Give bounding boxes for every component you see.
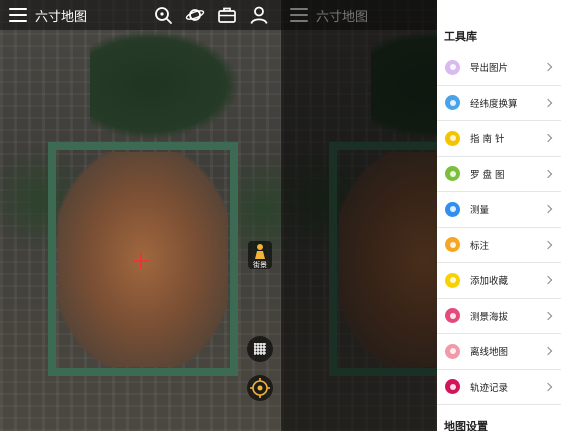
app-title-dimmed: 六寸地图 [316,9,369,25]
chevron-right-icon [543,98,553,107]
tool-item-label: 标注 [470,240,490,252]
satellite-map[interactable] [0,0,281,431]
tools-drawer: 工具库 导出图片经纬度换算指 南 针罗 盘 图测量标注添加收藏测景海拔离线地图轨… [437,0,561,431]
chevron-right-icon [543,134,553,143]
grid-icon [254,343,266,355]
tool-item[interactable]: 经纬度换算 [437,86,561,121]
altitude-icon [445,308,460,324]
tools-section-title: 工具库 [444,30,477,43]
chevron-right-icon [543,205,553,214]
app-title: 六寸地图 [35,9,88,25]
chevron-right-icon [543,63,553,72]
tool-item-label: 测量 [470,205,490,217]
tool-item-label: 添加收藏 [470,276,509,288]
offline-map-icon [445,343,460,359]
hamburger-menu-icon [290,8,308,22]
tool-item[interactable]: 测量 [437,192,561,228]
chevron-right-icon [543,169,553,178]
tool-item[interactable]: 离线地图 [437,334,561,370]
tool-item[interactable]: 标注 [437,228,561,263]
user-icon[interactable] [249,5,269,25]
tool-item[interactable]: 罗 盘 图 [437,157,561,192]
luopan-icon [445,166,460,182]
tool-item-label: 测景海拔 [470,311,509,323]
dimmed-map-pane[interactable]: 六寸地图 [281,0,437,431]
tool-item-label: 导出图片 [470,63,509,75]
chevron-right-icon [543,240,553,249]
center-crosshair-icon [133,253,149,269]
tool-item-label: 罗 盘 图 [470,169,505,181]
streetview-button[interactable]: 街景 [247,240,273,270]
locate-button[interactable] [247,375,273,401]
toolbox-icon[interactable] [217,5,237,25]
track-record-icon [445,379,460,395]
crosshair-locate-icon [250,378,270,398]
chevron-right-icon [543,311,553,320]
top-bar-dimmed: 六寸地图 [281,0,437,30]
tool-item-label: 经纬度换算 [470,98,518,110]
measure-icon [445,201,460,217]
tool-item[interactable]: 添加收藏 [437,263,561,299]
chevron-right-icon [543,276,553,285]
tool-item-label: 指 南 针 [470,134,505,146]
compass-icon [445,130,460,146]
tool-item[interactable]: 指 南 针 [437,121,561,157]
coordinate-convert-icon [445,95,460,111]
grid-toggle-button[interactable] [247,336,273,362]
marker-pin-icon [445,237,460,253]
export-image-icon [445,59,460,75]
drawer-scrim[interactable] [281,0,437,431]
tool-item-label: 轨迹记录 [470,382,509,394]
tool-item[interactable]: 测景海拔 [437,299,561,334]
tool-item[interactable]: 导出图片 [437,50,561,86]
chevron-right-icon [543,382,553,391]
planet-icon[interactable] [185,5,205,25]
tool-item[interactable]: 轨迹记录 [437,370,561,405]
chevron-right-icon [543,347,553,356]
tool-item-label: 离线地图 [470,347,509,359]
favorite-star-icon [445,272,460,288]
map-settings-section-title: 地图设置 [444,420,488,431]
search-icon[interactable] [153,5,173,25]
hamburger-menu-icon[interactable] [9,8,27,22]
streetview-label: 街景 [253,261,267,269]
top-bar: 六寸地图 [0,0,281,30]
main-map-pane[interactable]: 六寸地图 街景 [0,0,281,431]
